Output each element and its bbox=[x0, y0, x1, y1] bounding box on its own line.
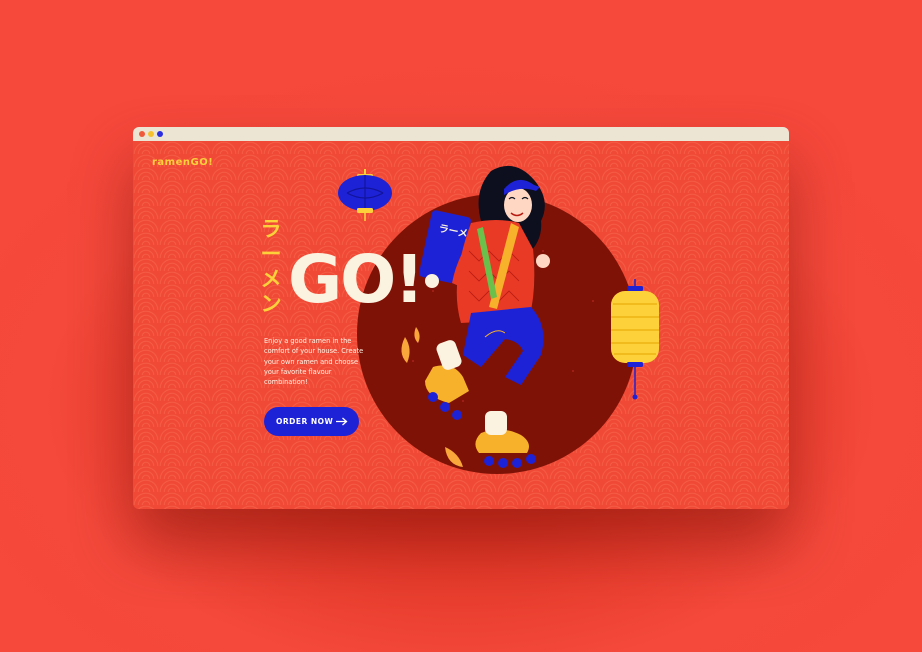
hero-illustration: ラーメン bbox=[338, 165, 659, 474]
order-now-label: ORDER NOW bbox=[276, 417, 334, 426]
minimize-window-dot[interactable] bbox=[148, 131, 154, 137]
browser-titlebar bbox=[133, 127, 789, 141]
close-window-dot[interactable] bbox=[139, 131, 145, 137]
hero-title: GO! bbox=[288, 241, 424, 318]
browser-window: ラーメン ramenGO! ラ ー メ ン GO! Enjoy a good r… bbox=[133, 127, 789, 509]
order-now-button[interactable]: ORDER NOW bbox=[264, 407, 359, 436]
hero-description: Enjoy a good ramen in the comfort of you… bbox=[264, 337, 364, 387]
kana-char: ラ bbox=[260, 217, 282, 241]
kana-char: ン bbox=[260, 292, 282, 316]
blue-lantern-icon bbox=[338, 169, 392, 221]
presentation-background: { "window": { "dots": ["#ef5a3a", "#f7c1… bbox=[0, 0, 922, 652]
kana-char: ー bbox=[260, 242, 282, 266]
maximize-window-dot[interactable] bbox=[157, 131, 163, 137]
landing-page: ラーメン ramenGO! ラ ー メ ン GO! Enjoy a good r… bbox=[133, 141, 789, 509]
brand-logo[interactable]: ramenGO! bbox=[152, 157, 213, 168]
katakana-ramen-title: ラ ー メ ン bbox=[259, 217, 283, 317]
kana-char: メ bbox=[260, 267, 282, 291]
arrow-right-icon bbox=[336, 417, 348, 426]
